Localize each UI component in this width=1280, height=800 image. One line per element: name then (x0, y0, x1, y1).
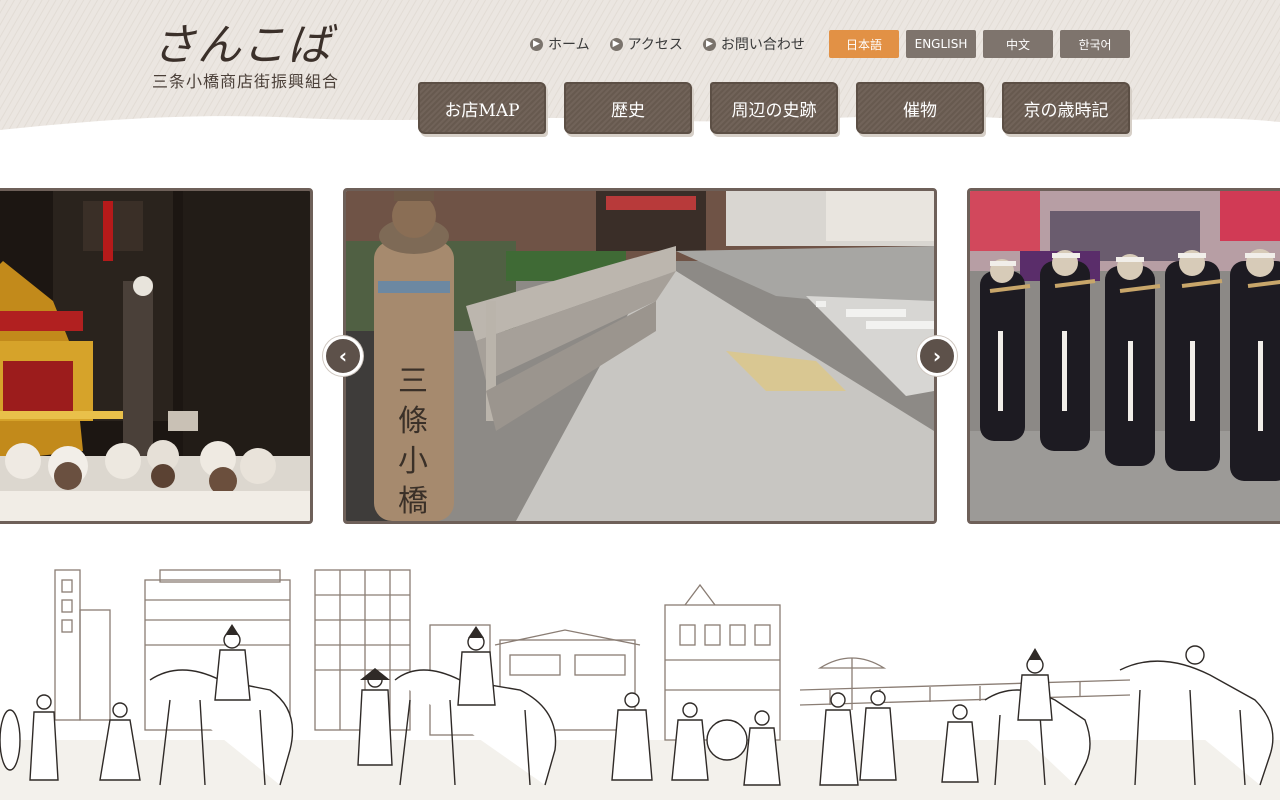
arrow-right-icon: ▶ (702, 37, 716, 51)
logo-title: さんこば (152, 20, 332, 71)
lang-button-japanese[interactable]: 日本語 (829, 30, 899, 58)
nav-button-history[interactable]: 歴史 (564, 82, 692, 134)
photo-slider: 三 條 小 橋 ‹ › (0, 188, 1280, 525)
arrow-right-icon: ▶ (609, 37, 623, 51)
slider-next-button[interactable]: › (917, 336, 957, 376)
nav-button-nearby-sites[interactable]: 周辺の史跡 (710, 82, 838, 134)
main-nav: お店MAP 歴史 周辺の史跡 催物 京の歳時記 (418, 82, 1130, 134)
util-link-access[interactable]: ▶ アクセス (609, 34, 683, 54)
procession-photo (970, 191, 1280, 521)
svg-text:橋: 橋 (398, 484, 428, 519)
lang-button-chinese[interactable]: 中文 (983, 30, 1053, 58)
bridge-photo: 三 條 小 橋 (346, 191, 934, 521)
mikoshi-photo (0, 191, 310, 521)
lang-button-korean[interactable]: 한국어 (1060, 30, 1130, 58)
svg-text:條: 條 (398, 404, 428, 439)
townscape-illustration (0, 569, 1280, 800)
svg-text:三: 三 (398, 364, 428, 399)
nav-button-events[interactable]: 催物 (856, 82, 984, 134)
slider-prev-button[interactable]: ‹ (323, 336, 363, 376)
language-nav: 日本語 ENGLISH 中文 한국어 (829, 30, 1130, 58)
lang-button-english[interactable]: ENGLISH (906, 30, 976, 58)
chevron-left-icon: ‹ (338, 344, 348, 368)
chevron-right-icon: › (932, 344, 942, 368)
util-link-home[interactable]: ▶ ホーム (530, 34, 590, 54)
util-link-label: ホーム (548, 37, 590, 53)
nav-button-seasonal-calendar[interactable]: 京の歳時記 (1002, 82, 1130, 134)
util-link-label: お問い合わせ (720, 37, 805, 53)
slide-festival-procession[interactable] (967, 188, 1280, 524)
slide-festival-mikoshi[interactable] (0, 188, 313, 524)
arrow-right-icon: ▶ (530, 37, 543, 51)
utility-nav: ▶ ホーム ▶ アクセス ▶ お問い合わせ (530, 34, 805, 54)
util-link-contact[interactable]: ▶ お問い合わせ (702, 34, 805, 54)
nav-button-shop-map[interactable]: お店MAP (418, 82, 546, 134)
svg-text:小: 小 (398, 444, 428, 479)
slide-sanjo-kobashi-bridge[interactable]: 三 條 小 橋 (343, 188, 937, 524)
site-logo[interactable]: さんこば 三条小橋商店街振興組合 (152, 20, 352, 100)
util-link-label: アクセス (627, 37, 683, 53)
logo-subtitle: 三条小橋商店街振興組合 (152, 72, 340, 91)
